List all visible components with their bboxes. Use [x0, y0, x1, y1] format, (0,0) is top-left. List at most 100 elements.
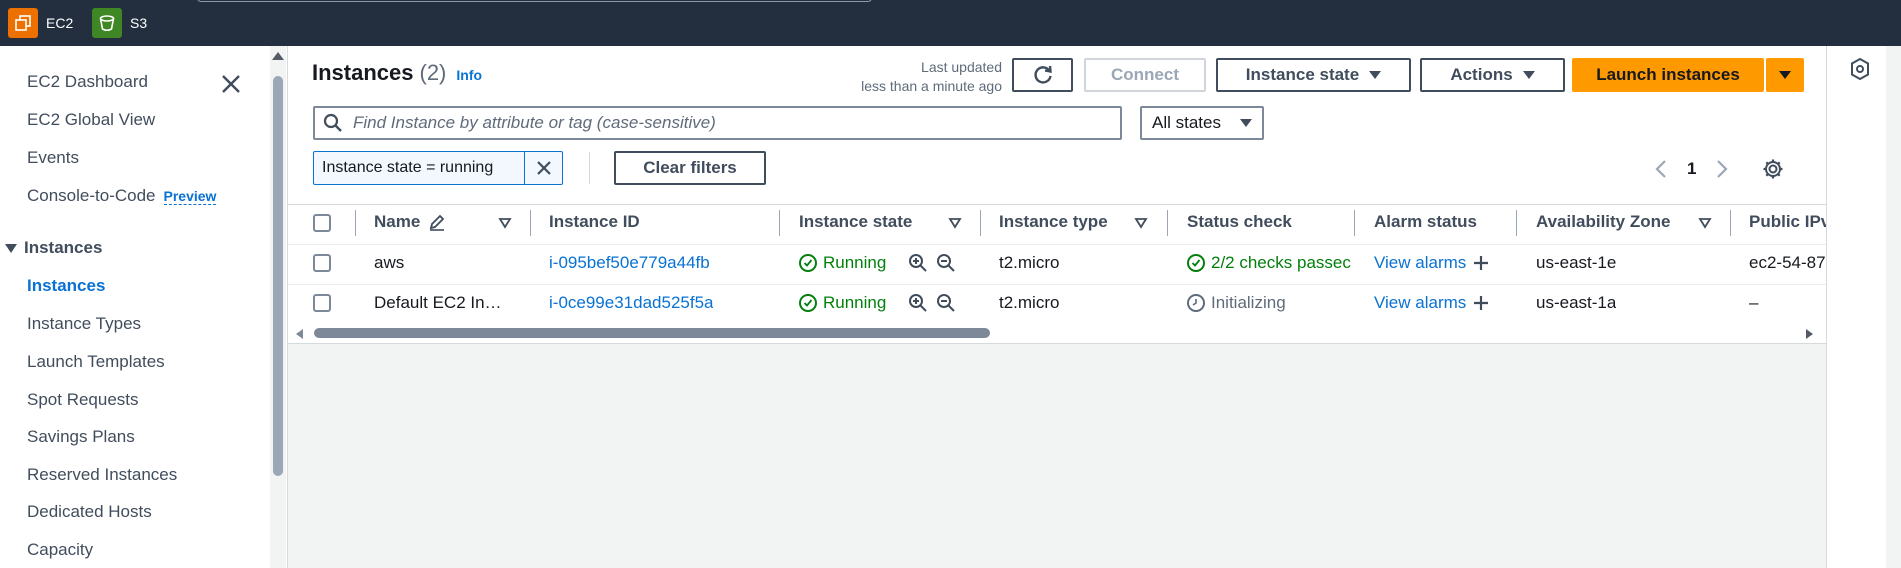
column-separator	[1730, 210, 1731, 236]
column-separator	[1354, 210, 1355, 236]
zoom-out-icon[interactable]	[936, 253, 956, 273]
page-scrollbar[interactable]	[1886, 46, 1901, 568]
states-select[interactable]: All states	[1140, 106, 1264, 140]
hexagon-help-icon[interactable]	[1850, 58, 1870, 80]
cell-status-check: 2/2 checks passec	[1187, 253, 1353, 273]
refresh-button[interactable]	[1012, 58, 1073, 92]
close-icon[interactable]	[219, 72, 243, 96]
cell-instance-id-link[interactable]: i-0ce99e31dad525f5a	[549, 293, 713, 313]
sidebar-item-savings-plans[interactable]: Savings Plans	[27, 427, 135, 447]
sidebar-scrollbar-thumb[interactable]	[273, 76, 283, 476]
actions-dropdown[interactable]: Actions	[1420, 58, 1565, 92]
scroll-up-arrow-icon[interactable]	[272, 52, 284, 60]
caret-down-icon	[5, 244, 17, 253]
row-checkbox[interactable]	[313, 294, 331, 312]
column-header-status-check[interactable]: Status check	[1187, 212, 1292, 232]
close-icon	[536, 161, 551, 175]
sidebar-item-ec2-global-view[interactable]: EC2 Global View	[27, 110, 155, 130]
sidebar-item-ec2-dashboard[interactable]: EC2 Dashboard	[27, 72, 148, 92]
info-link[interactable]: Info	[456, 67, 482, 83]
cell-public-ipv4: –	[1749, 293, 1759, 312]
caret-down-icon	[1240, 119, 1252, 127]
right-utility-rail	[1826, 46, 1886, 568]
clear-filters-button[interactable]: Clear filters	[614, 151, 766, 185]
state-label: Running	[823, 253, 887, 272]
page-title: Instances (2) Info	[312, 60, 482, 86]
actions-label: Actions	[1450, 65, 1513, 84]
sort-caret-icon[interactable]	[498, 216, 512, 230]
filter-token: Instance state = running	[313, 151, 563, 185]
state-label: Running	[823, 293, 887, 312]
status-ok-icon	[1187, 254, 1205, 272]
column-header-instance-type[interactable]: Instance type	[999, 212, 1108, 232]
zoom-out-icon[interactable]	[936, 293, 956, 313]
status-ok-icon	[799, 294, 817, 312]
column-header-name[interactable]: Name	[374, 212, 446, 232]
table-scrollbar-thumb[interactable]	[314, 328, 990, 338]
column-header-public-ipv4[interactable]: Public IPv	[1749, 212, 1826, 232]
cell-alarm-status: View alarms	[1374, 293, 1490, 313]
row-checkbox[interactable]	[313, 254, 331, 272]
service-shortcut-s3[interactable]: S3	[92, 8, 147, 38]
sidebar-item-reserved-instances[interactable]: Reserved Instances	[27, 465, 177, 485]
sidebar-item-events[interactable]: Events	[27, 148, 79, 168]
sidebar-item-capacity[interactable]: Capacity	[27, 540, 93, 560]
cell-instance-state: Running	[799, 253, 956, 273]
zoom-in-icon[interactable]	[908, 293, 928, 313]
sidebar-item-spot-requests[interactable]: Spot Requests	[27, 390, 139, 410]
view-alarms-link[interactable]: View alarms	[1374, 253, 1466, 273]
filter-token-label: Instance state = running	[322, 159, 494, 176]
launch-instances-menu-button[interactable]	[1766, 58, 1804, 92]
scroll-right-arrow-icon[interactable]	[1806, 329, 1813, 339]
zoom-in-icon[interactable]	[908, 253, 928, 273]
connect-button[interactable]: Connect	[1084, 58, 1206, 92]
top-navigation-bar: EC2 S3	[0, 0, 1901, 46]
add-alarm-icon[interactable]	[1472, 294, 1490, 312]
gear-icon[interactable]	[1762, 158, 1784, 180]
page-number[interactable]: 1	[1687, 159, 1696, 179]
sidebar: EC2 Dashboard EC2 Global View Events Con…	[0, 46, 270, 568]
ec2-icon	[8, 8, 38, 38]
sidebar-item-dedicated-hosts[interactable]: Dedicated Hosts	[27, 502, 152, 522]
pagination: 1	[1655, 158, 1784, 180]
service-shortcut-ec2[interactable]: EC2	[8, 8, 73, 38]
cell-instance-type: t2.micro	[999, 253, 1060, 272]
sort-caret-icon[interactable]	[948, 216, 962, 230]
select-all-checkbox[interactable]	[313, 214, 331, 232]
sidebar-item-console-to-code[interactable]: Console-to-Code Preview	[27, 186, 217, 206]
global-search-edge[interactable]	[197, 0, 872, 2]
launch-instances-button[interactable]: Launch instances	[1572, 58, 1764, 92]
cell-instance-id-link[interactable]: i-095bef50e779a44fb	[549, 253, 710, 273]
scroll-left-arrow-icon[interactable]	[296, 329, 303, 339]
instance-search[interactable]	[313, 106, 1122, 140]
preview-badge[interactable]: Preview	[163, 188, 217, 205]
chevron-left-icon[interactable]	[1655, 159, 1667, 179]
caret-down-icon	[1369, 71, 1382, 79]
column-header-alarm-status[interactable]: Alarm status	[1374, 212, 1477, 232]
sidebar-item-instance-types[interactable]: Instance Types	[27, 314, 141, 334]
view-alarms-link[interactable]: View alarms	[1374, 293, 1466, 313]
column-header-availability-zone[interactable]: Availability Zone	[1536, 212, 1670, 232]
sidebar-item-launch-templates[interactable]: Launch Templates	[27, 352, 165, 372]
status-check-label: Initializing	[1211, 293, 1286, 312]
table-top-border	[288, 204, 1826, 205]
column-separator	[355, 210, 356, 236]
sidebar-section-instances[interactable]: Instances	[4, 238, 102, 258]
search-input[interactable]	[353, 113, 1093, 133]
add-alarm-icon[interactable]	[1472, 254, 1490, 272]
cell-name: Default EC2 In…	[374, 293, 502, 312]
last-updated: Last updated less than a minute ago	[820, 58, 1002, 96]
status-ok-icon	[799, 254, 817, 272]
sort-caret-icon[interactable]	[1698, 216, 1712, 230]
chevron-right-icon[interactable]	[1716, 159, 1729, 179]
instance-state-dropdown[interactable]: Instance state	[1216, 58, 1411, 92]
remove-filter-button[interactable]	[524, 152, 562, 184]
sidebar-item-instances[interactable]: Instances	[27, 276, 105, 296]
column-separator	[1516, 210, 1517, 236]
states-select-value: All states	[1152, 113, 1221, 132]
column-header-instance-id[interactable]: Instance ID	[549, 212, 640, 232]
cell-instance-type: t2.micro	[999, 293, 1060, 312]
column-header-instance-state[interactable]: Instance state	[799, 212, 912, 232]
column-separator	[980, 210, 981, 236]
sort-caret-icon[interactable]	[1134, 216, 1148, 230]
